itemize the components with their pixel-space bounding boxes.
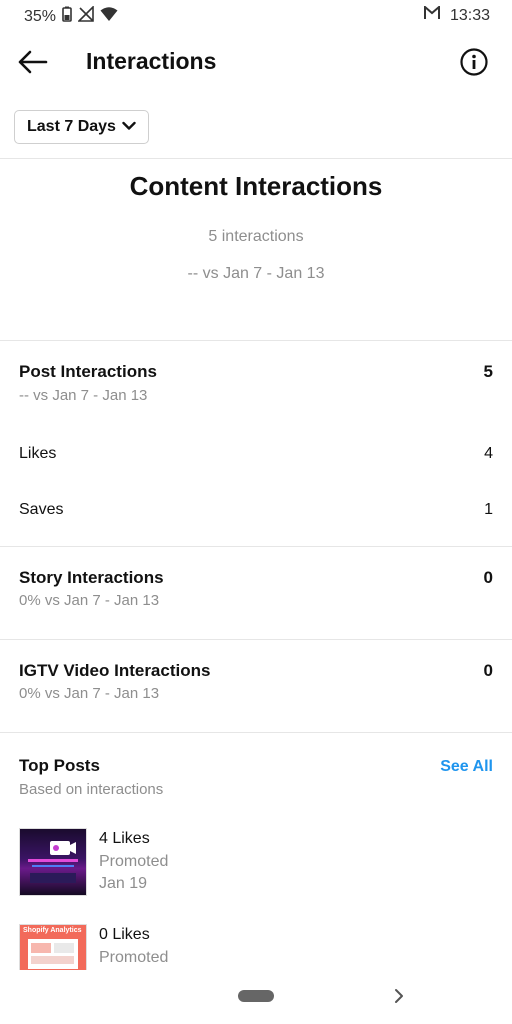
system-navigation-bar [0,970,512,1024]
home-gesture-pill[interactable] [238,990,274,1002]
top-post-item[interactable]: 4 Likes Promoted Jan 19 [19,828,493,898]
post-thumbnail[interactable] [19,828,87,896]
content-interactions-comparison: -- vs Jan 7 - Jan 13 [187,265,325,282]
post-date: Jan 19 [99,875,148,892]
battery-icon [62,6,72,27]
clock: 13:33 [449,6,490,24]
likes-value: 4 [484,445,493,462]
story-interactions-value: 0 [483,568,493,587]
divider [0,639,512,640]
info-icon[interactable] [460,48,488,76]
saves-value: 1 [484,501,493,518]
igtv-interactions-label: IGTV Video Interactions [19,661,211,680]
divider [0,158,512,159]
see-all-link[interactable]: See All [440,758,493,776]
gmail-icon [423,4,440,25]
post-interactions-value: 5 [483,362,493,381]
status-bar: 35% 13:33 [0,0,512,32]
divider [0,340,512,341]
post-interactions-comparison: -- vs Jan 7 - Jan 13 [19,387,148,404]
no-signal-icon [77,5,94,27]
post-likes: 4 Likes [99,830,150,847]
igtv-interactions-value: 0 [483,661,493,680]
wifi-icon [100,6,118,27]
story-interactions-comparison: 0% vs Jan 7 - Jan 13 [19,592,160,609]
story-interactions-label: Story Interactions [19,568,164,587]
post-likes: 0 Likes [99,926,150,943]
top-posts-title: Top Posts [19,756,100,775]
post-status: Promoted [99,948,169,966]
chevron-down-icon [122,118,136,136]
date-range-label: Last 7 Days [27,118,116,135]
top-posts-subtitle: Based on interactions [19,781,164,798]
content-interactions-title: Content Interactions [129,171,383,201]
post-status: Promoted [99,852,169,870]
post-details: 0 Likes Promoted [99,924,168,969]
post-thumbnail[interactable]: Shopify Analytics [19,924,87,970]
app-bar: Interactions [0,32,512,92]
date-range-dropdown[interactable]: Last 7 Days [14,110,149,144]
page-title: Interactions [86,48,217,74]
post-interactions-label: Post Interactions [19,362,157,381]
content-interactions-count: 5 interactions [208,228,304,245]
divider [0,732,512,733]
post-details: 4 Likes Promoted Jan 19 [99,828,168,896]
chevron-right-icon[interactable] [392,986,406,1006]
igtv-interactions-comparison: 0% vs Jan 7 - Jan 13 [19,685,160,702]
battery-percent: 35% [24,7,57,25]
divider [0,546,512,547]
saves-label: Saves [19,501,64,518]
top-post-item[interactable]: Shopify Analytics 0 Likes Promoted [19,924,493,970]
back-arrow-icon[interactable] [16,46,52,78]
likes-label: Likes [19,445,57,462]
